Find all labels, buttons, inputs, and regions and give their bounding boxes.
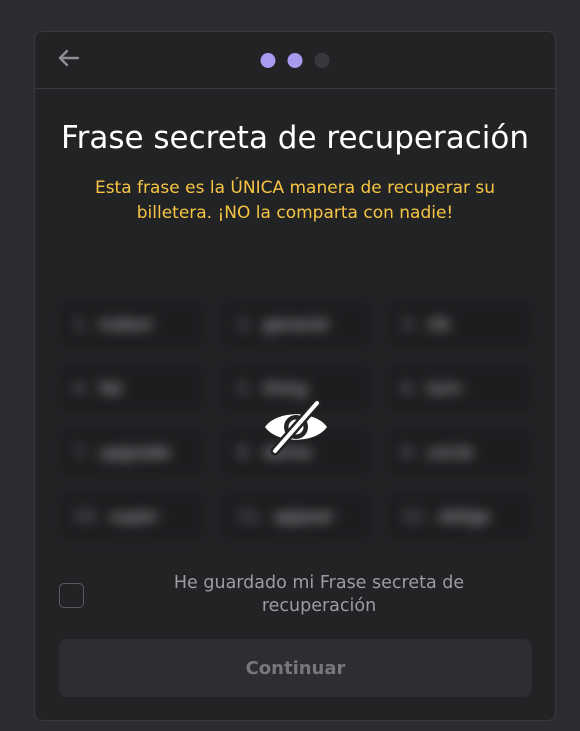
phrase-word-4: 4. fat [59, 366, 205, 412]
step-dot-1 [260, 53, 276, 68]
phrase-word-number: 3. [401, 315, 418, 335]
step-dot-3 [314, 53, 330, 68]
dialog-header [35, 32, 555, 89]
step-indicator [260, 53, 330, 68]
continue-button[interactable]: Continuar [59, 639, 532, 697]
phrase-word-6: 6. torn [387, 366, 533, 412]
phrase-word-number: 5. [237, 379, 254, 399]
phrase-word-number: 11. [237, 507, 265, 527]
phrase-word-7: 7. upgrade [59, 430, 205, 476]
phrase-word-text: torn [427, 379, 462, 399]
page-title: Frase secreta de recuperación [61, 120, 529, 156]
confirm-saved-label[interactable]: He guardado mi Frase secreta de recupera… [119, 572, 519, 618]
eye-slash-icon[interactable] [263, 398, 329, 456]
phrase-word-number: 8. [237, 443, 254, 463]
phrase-word-2: 2. general [223, 302, 369, 348]
phrase-word-11: 11. appear [223, 494, 369, 540]
phrase-word-number: 7. [73, 443, 90, 463]
phrase-word-text: oblige [438, 507, 490, 527]
phrase-word-text: fat [99, 379, 123, 399]
phrase-word-number: 6. [401, 379, 418, 399]
phrase-word-3: 3. rib [387, 302, 533, 348]
step-dot-2 [287, 53, 303, 68]
secret-phrase-dialog: Frase secreta de recuperación Esta frase… [34, 31, 556, 721]
phrase-word-text: upgrade [99, 443, 171, 463]
secret-phrase-area: 1. indoor 2. general 3. rib 4. fat 5. thing 6. torn… [59, 302, 533, 548]
phrase-word-number: 4. [73, 379, 90, 399]
phrase-word-number: 9. [401, 443, 418, 463]
phrase-word-text: thing [263, 379, 307, 399]
phrase-word-text: appear [274, 507, 334, 527]
phrase-word-number: 12. [401, 507, 429, 527]
phrase-word-1: 1. indoor [59, 302, 205, 348]
phrase-word-text: rib [427, 315, 450, 335]
phrase-word-text: super [110, 507, 158, 527]
phrase-word-text: indoor [99, 315, 154, 335]
arrow-left-icon [58, 49, 80, 71]
back-button[interactable] [55, 46, 83, 74]
confirm-saved-checkbox[interactable] [59, 583, 84, 608]
warning-text: Esta frase es la ÚNICA manera de recuper… [94, 178, 496, 223]
phrase-word-number: 2. [237, 315, 254, 335]
confirm-saved-row: He guardado mi Frase secreta de recupera… [59, 569, 533, 621]
phrase-word-10: 10. super [59, 494, 205, 540]
phrase-word-number: 10. [73, 507, 101, 527]
phrase-word-text: uncle [427, 443, 474, 463]
phrase-word-text: general [263, 315, 328, 335]
phrase-word-9: 9. uncle [387, 430, 533, 476]
phrase-word-12: 12. oblige [387, 494, 533, 540]
phrase-word-number: 1. [73, 315, 90, 335]
